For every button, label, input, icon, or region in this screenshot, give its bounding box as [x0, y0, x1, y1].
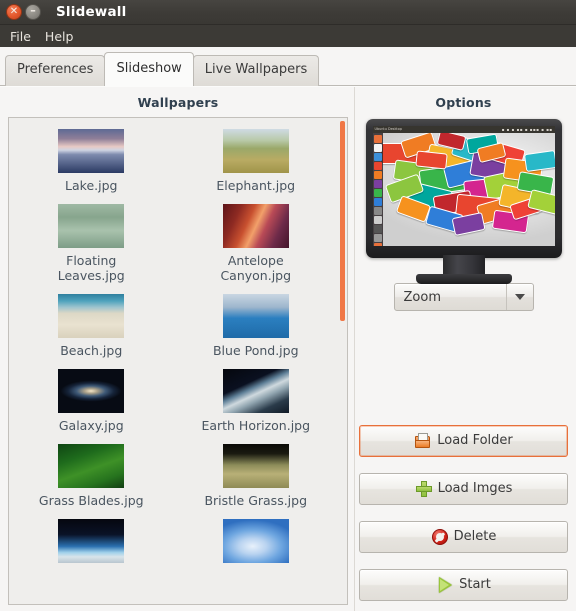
launcher-icon	[373, 198, 382, 206]
wallpaper-label: Lake.jpg	[65, 178, 118, 193]
wallpaper-item[interactable]: Elephant.jpg	[174, 126, 339, 201]
launcher-icon	[373, 207, 382, 215]
wallpaper-label: Bristle Grass.jpg	[204, 493, 308, 508]
launcher-icon	[373, 189, 382, 197]
wallpaper-item[interactable]: Beach.jpg	[9, 291, 174, 366]
wallpaper-label: Galaxy.jpg	[58, 418, 124, 433]
launcher-icon	[373, 216, 382, 224]
wallpaper-thumbnail	[58, 204, 125, 248]
window-title: Slidewall	[56, 4, 127, 20]
wallpapers-scrollbar-thumb[interactable]	[340, 121, 345, 321]
menu-item-file[interactable]: File	[7, 27, 38, 46]
wallpaper-thumbnail	[58, 444, 125, 488]
minimize-icon[interactable]: –	[25, 4, 41, 20]
wallpaper-item[interactable]: Grass Blades.jpg	[9, 441, 174, 516]
wallpaper-thumbnail	[222, 294, 289, 338]
options-panel: Options Ubuntu Desktop ▪ ▪ ▪ ▪▪ ▪ ▪▪▪ ▪ …	[354, 87, 576, 611]
wallpaper-item[interactable]: Lake.jpg	[9, 126, 174, 201]
tab-preferences[interactable]: Preferences	[5, 55, 106, 86]
preview-wallpaper	[372, 126, 555, 246]
monitor-screen: Ubuntu Desktop ▪ ▪ ▪ ▪▪ ▪ ▪▪▪ ▪ ▪▪	[372, 126, 555, 246]
start-label: Start	[459, 577, 491, 592]
play-icon	[436, 576, 454, 594]
delete-label: Delete	[453, 529, 497, 544]
wallpaper-thumbnail	[58, 519, 125, 563]
start-button[interactable]: Start	[359, 569, 568, 601]
wallpaper-thumbnail	[222, 129, 289, 173]
load-folder-button[interactable]: Load Folder	[359, 425, 568, 457]
close-glyph: ✕	[9, 6, 19, 17]
deny-icon	[431, 528, 449, 546]
tab-strip: Preferences Slideshow Live Wallpapers	[0, 47, 576, 86]
monitor-bezel: Ubuntu Desktop ▪ ▪ ▪ ▪▪ ▪ ▪▪▪ ▪ ▪▪	[365, 119, 562, 258]
wallpaper-label: Blue Pond.jpg	[212, 343, 299, 358]
action-buttons: Load Folder Load Imges Delete Start	[359, 425, 568, 605]
content-area: Wallpapers Lake.jpg Elephant.jpg Floating …	[0, 86, 576, 611]
load-images-label: Load Imges	[437, 481, 513, 496]
wallpaper-thumbnail	[58, 294, 125, 338]
tab-slideshow[interactable]: Slideshow	[104, 52, 194, 86]
scale-mode-value: Zoom	[403, 289, 441, 305]
wallpapers-scrollbar[interactable]	[338, 118, 347, 604]
wallpaper-thumbnail	[222, 519, 289, 563]
launcher-icon	[373, 144, 382, 152]
launcher-icon	[373, 243, 382, 246]
load-images-button[interactable]: Load Imges	[359, 473, 568, 505]
wallpaper-item[interactable]: Antelope Canyon.jpg	[174, 201, 339, 291]
menubar: File Help	[0, 25, 576, 47]
preview-top-panel: Ubuntu Desktop ▪ ▪ ▪ ▪▪ ▪ ▪▪▪ ▪ ▪▪	[372, 126, 555, 133]
wallpaper-label: Grass Blades.jpg	[38, 493, 144, 508]
wallpaper-item[interactable]	[9, 516, 174, 576]
close-icon[interactable]: ✕	[6, 4, 22, 20]
load-folder-label: Load Folder	[437, 433, 513, 448]
delete-button[interactable]: Delete	[359, 521, 568, 553]
wallpaper-label: Earth Horizon.jpg	[201, 418, 311, 433]
folder-icon	[414, 432, 432, 450]
launcher-icon	[373, 162, 382, 170]
wallpapers-title: Wallpapers	[137, 95, 219, 110]
wallpaper-label: Floating Leaves.jpg	[57, 253, 125, 283]
wallpaper-label: Elephant.jpg	[216, 178, 296, 193]
launcher-icon	[373, 171, 382, 179]
wallpaper-thumbnail	[222, 204, 289, 248]
preview-panel-title: Ubuntu Desktop	[374, 127, 402, 131]
launcher-icon	[373, 135, 382, 143]
wallpaper-shape	[524, 150, 555, 173]
scale-mode-dropdown[interactable]: Zoom	[393, 283, 534, 311]
preview-panel-indicators: ▪ ▪ ▪ ▪▪ ▪ ▪▪▪ ▪ ▪▪	[501, 127, 553, 132]
wallpapers-list[interactable]: Lake.jpg Elephant.jpg Floating Leaves.jpg A…	[8, 117, 348, 605]
wallpaper-thumbnail	[58, 369, 125, 413]
wallpaper-item[interactable]: Earth Horizon.jpg	[174, 366, 339, 441]
minimize-glyph: –	[30, 4, 36, 17]
monitor-preview: Ubuntu Desktop ▪ ▪ ▪ ▪▪ ▪ ▪▪▪ ▪ ▪▪	[359, 117, 568, 284]
wallpaper-item[interactable]: Blue Pond.jpg	[174, 291, 339, 366]
wallpaper-thumbnail	[222, 444, 289, 488]
launcher-icon	[373, 225, 382, 233]
wallpaper-item[interactable]: Bristle Grass.jpg	[174, 441, 339, 516]
wallpaper-item[interactable]: Galaxy.jpg	[9, 366, 174, 441]
titlebar: ✕ – Slidewall	[0, 0, 576, 25]
wallpaper-label: Beach.jpg	[60, 343, 123, 358]
wallpapers-panel: Wallpapers Lake.jpg Elephant.jpg Floating …	[0, 87, 354, 611]
launcher-icon	[373, 180, 382, 188]
wallpaper-item[interactable]: Floating Leaves.jpg	[9, 201, 174, 291]
wallpaper-thumbnail	[58, 129, 125, 173]
wallpaper-thumbnail	[222, 369, 289, 413]
menu-item-help[interactable]: Help	[42, 27, 81, 46]
slidewall-window: ✕ – Slidewall File Help Preferences Slid…	[0, 0, 576, 611]
launcher-icon	[373, 153, 382, 161]
wallpaper-label: Antelope Canyon.jpg	[220, 253, 292, 283]
plus-icon	[415, 480, 433, 498]
options-title: Options	[435, 95, 492, 110]
wallpaper-item[interactable]	[174, 516, 339, 576]
preview-launcher	[372, 133, 383, 246]
monitor-stand-base	[415, 274, 512, 284]
chevron-down-icon[interactable]	[505, 284, 533, 310]
tab-live-wallpapers[interactable]: Live Wallpapers	[192, 55, 320, 86]
launcher-icon	[373, 234, 382, 242]
